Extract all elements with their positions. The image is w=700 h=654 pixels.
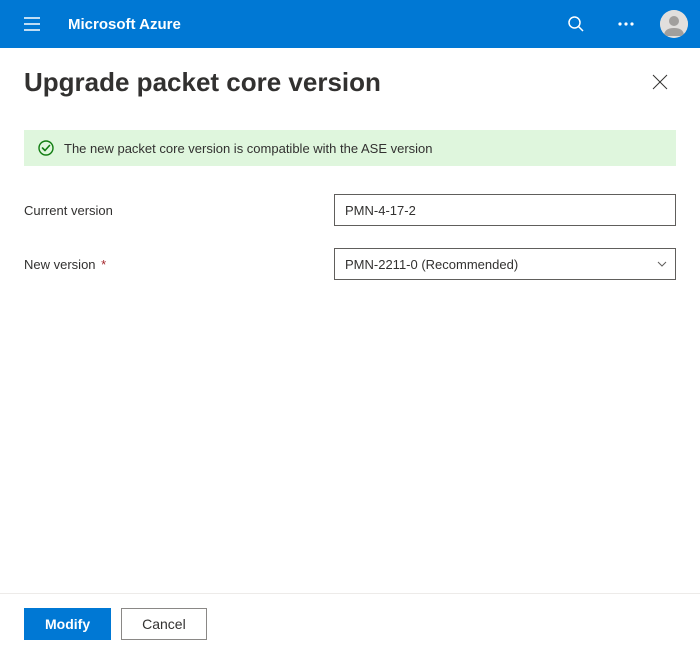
panel-content: The new packet core version is compatibl… [0, 106, 700, 593]
required-asterisk: * [98, 257, 107, 272]
more-button[interactable] [610, 8, 642, 40]
success-check-icon [38, 140, 54, 156]
person-icon [660, 10, 688, 38]
panel-title: Upgrade packet core version [24, 67, 644, 98]
current-version-row: Current version [24, 194, 676, 226]
new-version-row: New version * PMN-2211-0 (Recommended) [24, 248, 676, 280]
close-button[interactable] [644, 66, 676, 98]
brand-label[interactable]: Microsoft Azure [68, 16, 181, 33]
modify-button[interactable]: Modify [24, 608, 111, 640]
current-version-label: Current version [24, 203, 334, 218]
new-version-label-text: New version [24, 257, 96, 272]
panel-header: Upgrade packet core version [0, 48, 700, 106]
info-message-text: The new packet core version is compatibl… [64, 141, 433, 156]
ellipsis-icon [617, 22, 635, 26]
close-icon [652, 74, 668, 90]
panel-footer: Modify Cancel [0, 593, 700, 654]
current-version-input[interactable] [334, 194, 676, 226]
new-version-label: New version * [24, 257, 334, 272]
user-avatar[interactable] [660, 10, 688, 38]
cancel-button[interactable]: Cancel [121, 608, 207, 640]
search-button[interactable] [560, 8, 592, 40]
new-version-selected-value: PMN-2211-0 (Recommended) [334, 248, 676, 280]
hamburger-icon [23, 15, 41, 33]
search-icon [567, 15, 585, 33]
hamburger-menu-button[interactable] [12, 4, 52, 44]
info-message-box: The new packet core version is compatibl… [24, 130, 676, 166]
top-nav-bar: Microsoft Azure [0, 0, 700, 48]
new-version-select[interactable]: PMN-2211-0 (Recommended) [334, 248, 676, 280]
